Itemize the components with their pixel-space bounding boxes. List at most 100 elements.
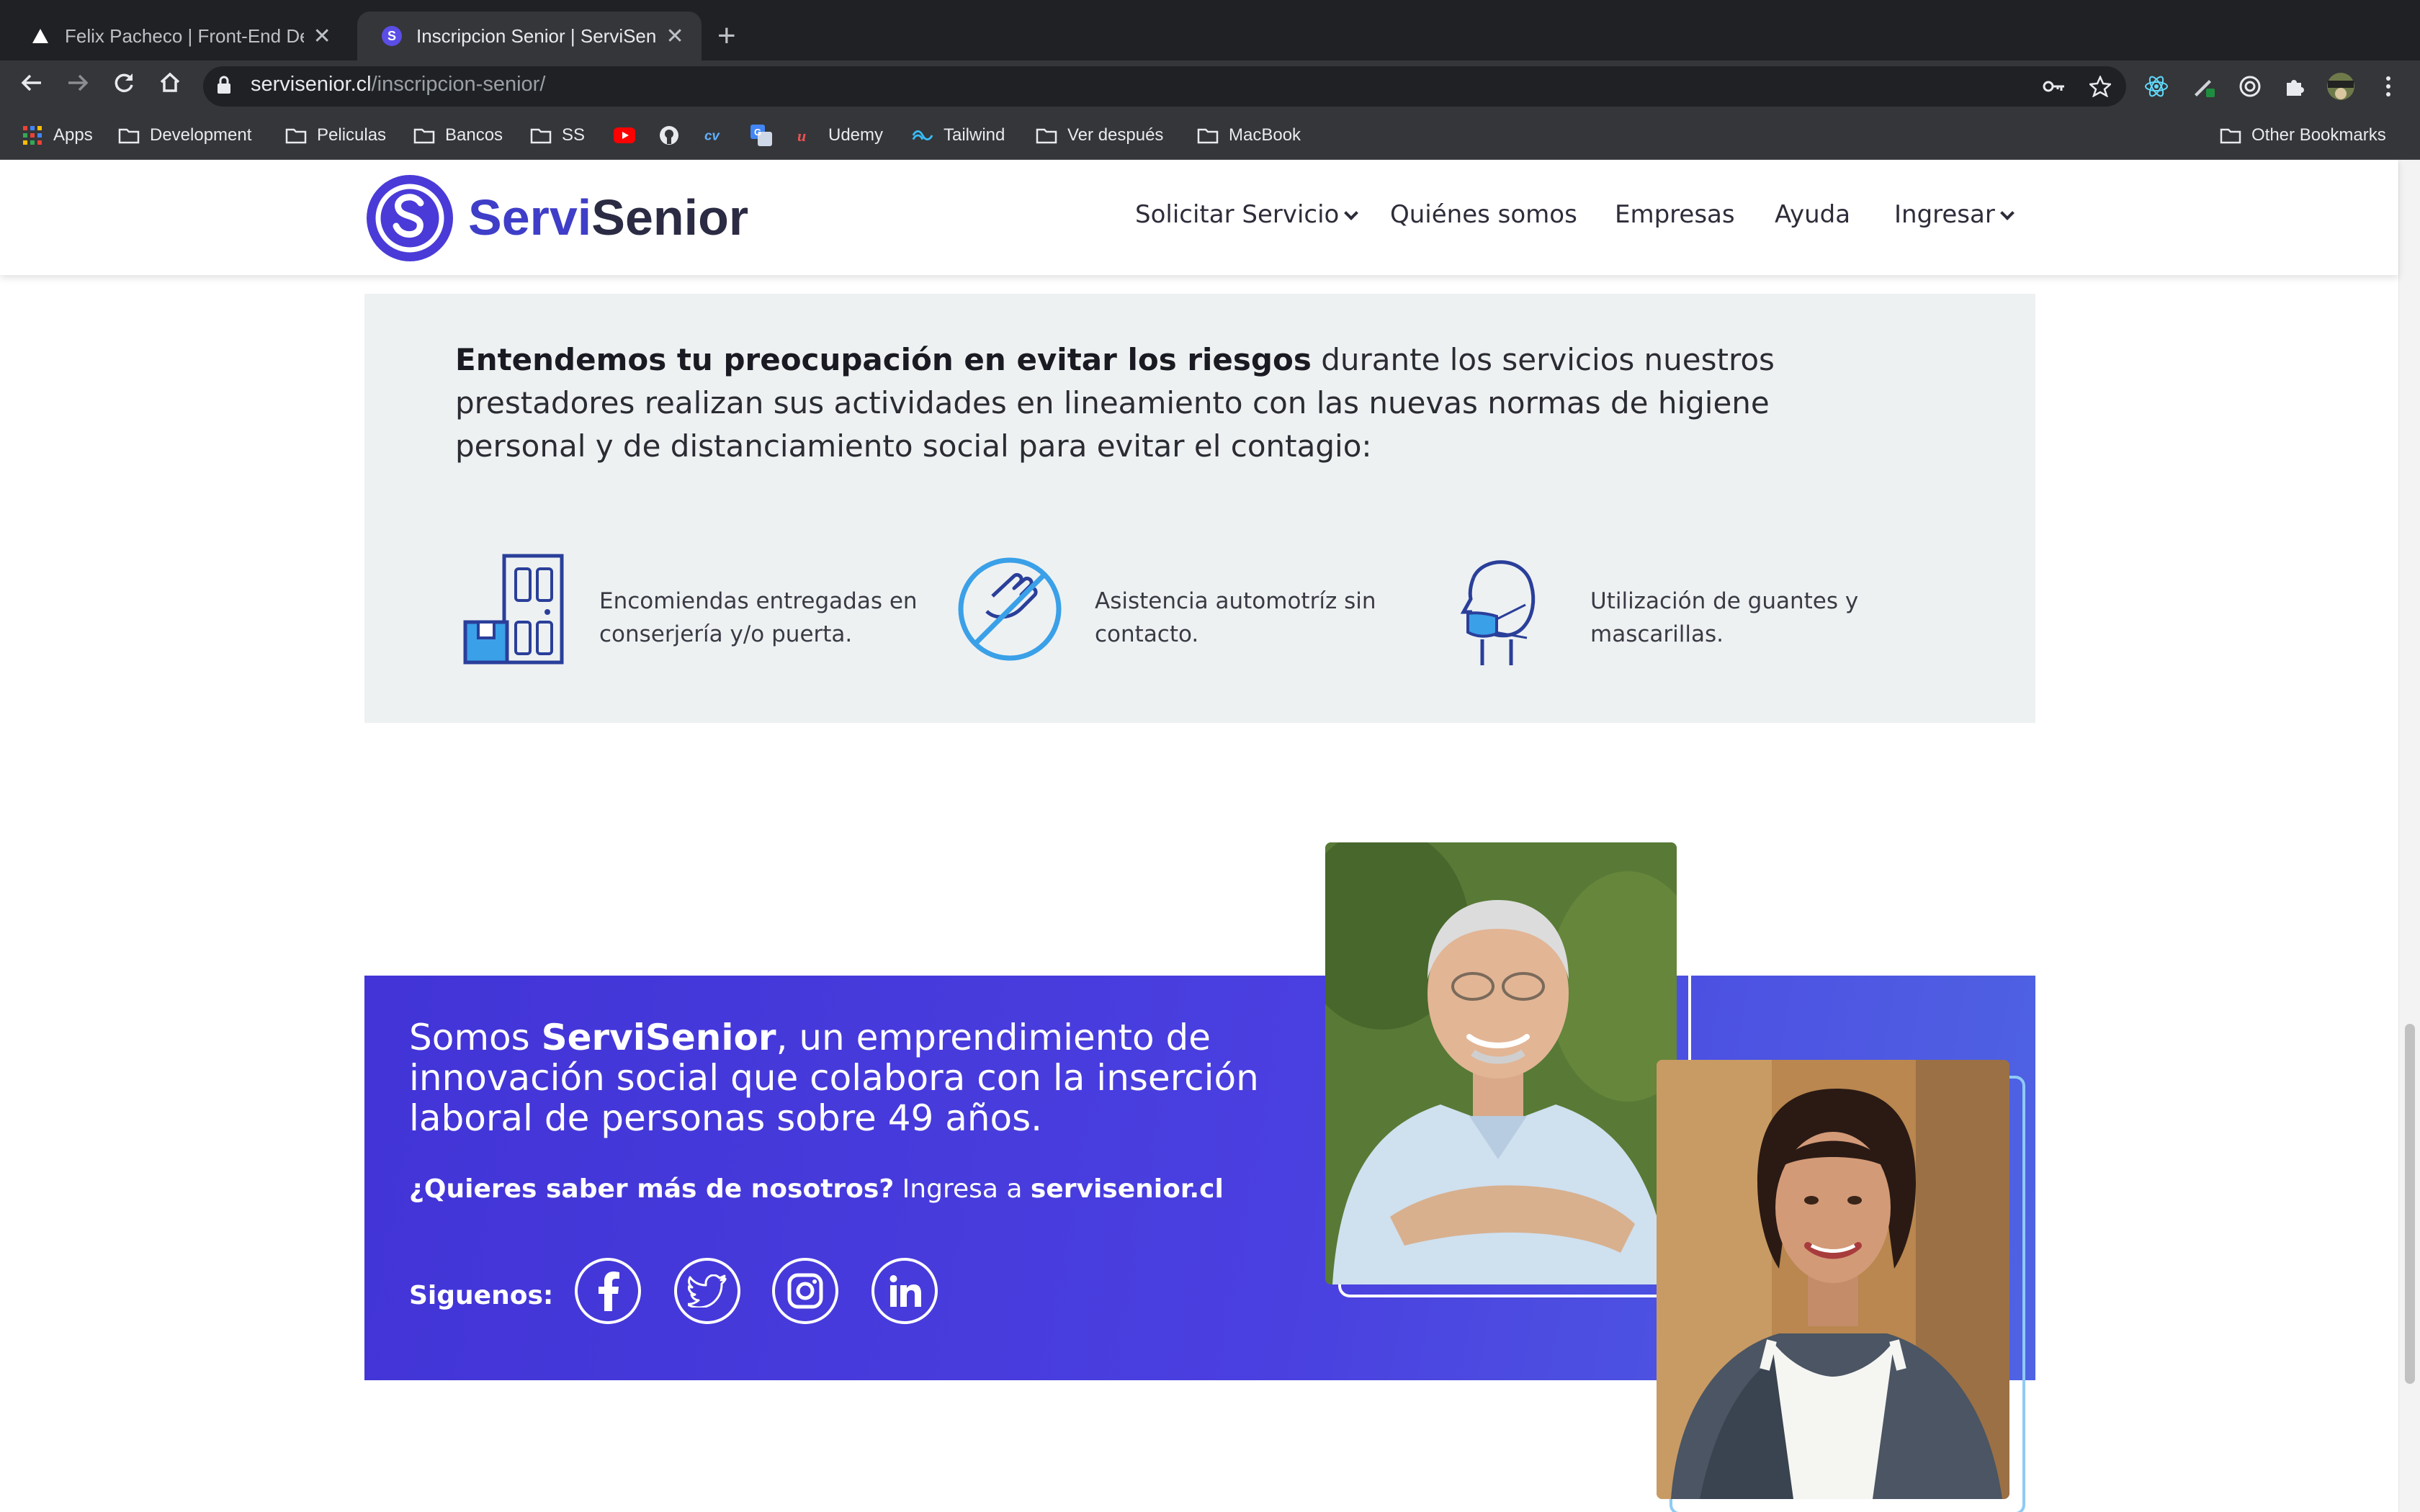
folder-icon [1197,126,1219,145]
bookmark-ver-despues[interactable]: Ver después [1036,120,1163,151]
bookmark-label: Tailwind [944,125,1005,145]
about-more-mid: Ingresa a [894,1174,1031,1204]
servisenior-logo-icon[interactable] [366,174,454,262]
svg-text:G: G [754,127,761,138]
forward-arrow-icon[interactable] [62,71,94,102]
bookmark-bancos[interactable]: Bancos [413,120,503,151]
bookmark-label: Development [150,125,252,145]
bookmark-peliculas[interactable]: Peliculas [285,120,386,151]
about-site-link[interactable]: servisenior.cl [1031,1174,1224,1204]
bookmark-label: Other Bookmarks [2251,125,2386,145]
about-text-pre: Somos [409,1017,542,1058]
bookmark-label: SS [562,125,586,145]
feature-text: Encomiendas entregadas en conserjería y/… [599,588,918,647]
reload-icon[interactable] [108,71,140,102]
pen-extension-icon[interactable] [2190,72,2218,101]
bookmark-macbook[interactable]: MacBook [1197,120,1301,151]
instagram-icon[interactable] [772,1258,838,1324]
translate-icon: G [750,125,772,146]
svg-text:u: u [797,127,806,144]
home-icon[interactable] [154,71,186,102]
page-scrollbar[interactable] [2398,160,2420,1512]
cv-icon: cv [704,126,726,145]
about-more-line: ¿Quieres saber más de nosotros? Ingresa … [409,1174,1224,1204]
nav-ayuda[interactable]: Ayuda [1775,200,1850,229]
bookmark-label: Bancos [445,125,503,145]
senior-woman-photo [1657,1060,2009,1499]
bookmark-other[interactable]: Other Bookmarks [2220,120,2386,151]
svg-text:S: S [387,29,396,43]
folder-icon [1036,126,1057,145]
tailwind-icon [912,126,933,145]
profile-avatar-icon[interactable] [2326,72,2355,101]
hygiene-info-panel: Entendemos tu preocupación en evitar los… [364,294,2035,723]
bookmark-label: Apps [53,125,93,145]
folder-icon [530,126,552,145]
facebook-icon[interactable] [575,1258,641,1324]
close-tab-icon[interactable]: ✕ [311,24,333,49]
scrollbar-thumb[interactable] [2405,1024,2415,1384]
youtube-icon [614,126,635,145]
udemy-icon: u [797,126,818,145]
page-viewport: ServiSenior Solicitar Servicio Quiénes s… [0,160,2420,1512]
lock-icon[interactable] [216,75,235,98]
browser-tab-felix[interactable]: Felix Pacheco | Front-End Deve ✕ [6,12,349,60]
twitter-icon[interactable] [674,1258,740,1324]
brand-wordmark[interactable]: ServiSenior [468,189,748,246]
nav-label: Solicitar Servicio [1135,200,1340,229]
bookmark-label: MacBook [1229,125,1301,145]
door-package-icon [462,553,570,668]
nav-solicitar-servicio[interactable]: Solicitar Servicio [1135,200,1359,229]
key-icon[interactable] [2040,72,2069,101]
menu-kebab-icon[interactable] [2374,72,2403,101]
svg-text:cv: cv [704,128,720,143]
apps-grid-icon [22,126,43,145]
nav-ingresar[interactable]: Ingresar [1894,200,2015,229]
linkedin-icon[interactable] [871,1258,938,1324]
no-contact-hand-icon [958,553,1066,668]
target-extension-icon[interactable] [2236,72,2264,101]
bookmark-udemy[interactable]: u Udemy [797,120,883,151]
bookmark-cv[interactable]: cv [704,120,736,151]
folder-icon [285,126,307,145]
hygiene-intro-bold: Entendemos tu preocupación en evitar los… [455,342,1312,377]
bookmark-youtube[interactable] [614,120,645,151]
bookmark-label: Udemy [828,125,884,145]
bookmark-apps[interactable]: Apps [22,120,93,151]
follow-us-label: Siguenos: [409,1281,554,1310]
hygiene-intro-text: Entendemos tu preocupación en evitar los… [455,338,1881,468]
star-icon[interactable] [2086,72,2115,101]
close-tab-icon[interactable]: ✕ [664,24,686,49]
react-devtools-icon[interactable] [2142,72,2171,101]
feature-text: Utilización de guantes y mascarillas. [1590,588,1859,647]
brand-part-servi: Servi [468,189,592,246]
bookmark-translate[interactable]: G [750,120,782,151]
browser-tab-servisenior[interactable]: S Inscripcion Senior | ServiSenior ✕ [357,12,702,60]
chevron-down-icon [1999,206,2015,220]
folder-icon [413,126,435,145]
vercel-favicon-icon [30,26,50,46]
bookmark-development[interactable]: Development [118,120,251,151]
nav-empresas[interactable]: Empresas [1615,200,1735,229]
about-brand: ServiSenior [541,1017,776,1058]
nav-quienes-somos[interactable]: Quiénes somos [1390,200,1577,229]
url-text[interactable]: servisenior.cl/inscripcion-senior/ [251,73,545,96]
bookmark-tailwind[interactable]: Tailwind [912,120,1005,151]
bookmark-label: Ver después [1067,125,1164,145]
feature-text: Asistencia automotríz sin contacto. [1095,588,1376,647]
folder-icon [118,126,140,145]
about-description: Somos ServiSenior, un emprendimiento de … [409,1017,1288,1138]
nav-label: Ingresar [1894,200,1995,229]
tab-title: Felix Pacheco | Front-End Deve [65,24,305,47]
brand-part-senior: Senior [591,189,749,246]
bookmark-github[interactable] [658,120,690,151]
tab-title: Inscripcion Senior | ServiSenior [416,24,658,47]
puzzle-extensions-icon[interactable] [2280,72,2309,101]
chevron-down-icon [1344,206,1359,220]
plus-icon[interactable]: + [717,17,736,55]
about-more-question: ¿Quieres saber más de nosotros? [409,1174,895,1204]
browser-chrome: Felix Pacheco | Front-End Deve ✕ S Inscr… [0,0,2420,160]
bookmark-ss[interactable]: SS [530,120,585,151]
back-arrow-icon[interactable] [16,71,48,102]
folder-icon [2220,126,2241,145]
